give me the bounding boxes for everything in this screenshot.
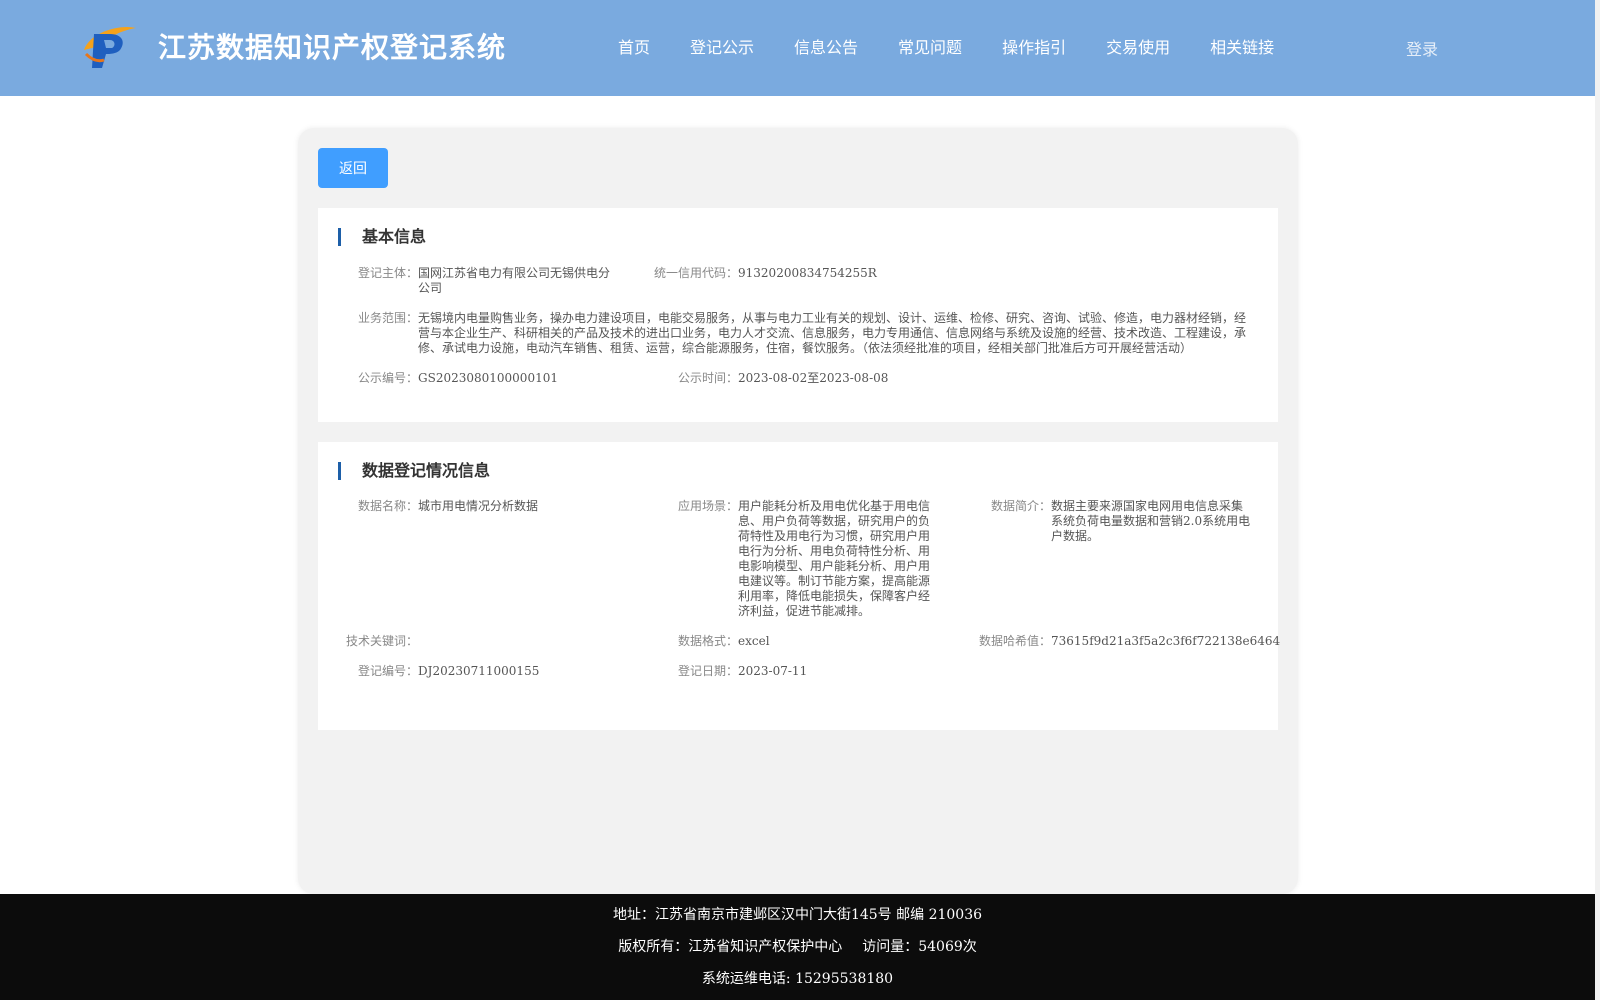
field-credit-code: 统一信用代码： 91320200834754255R: [654, 266, 1054, 281]
field-registration-date: 登记日期： 2023-07-11: [678, 664, 978, 679]
label-publicity-no: 公示编号：: [358, 371, 419, 385]
label-registration-date: 登记日期：: [678, 664, 739, 678]
footer-copyright-line: 版权所有：江苏省知识产权保护中心 访问量：54069次: [0, 936, 1595, 956]
nav-announcements[interactable]: 信息公告: [794, 34, 858, 58]
value-business-scope: 无锡境内电量购售业务，操办电力建设项目，电能交易服务，从事与电力工业有关的规划、…: [418, 311, 1247, 355]
value-credit-code: 91320200834754255R: [738, 266, 877, 280]
value-publicity-no: GS2023080100000101: [418, 371, 558, 385]
footer-phone: 系统运维电话: 15295538180: [701, 971, 894, 987]
label-registration-no: 登记编号：: [358, 664, 419, 678]
nav-home[interactable]: 首页: [618, 34, 650, 58]
field-publicity-no: 公示编号： GS2023080100000101: [358, 371, 658, 386]
field-subject: 登记主体： 国网江苏省电力有限公司无锡供电分公司: [358, 266, 618, 296]
nav-registration-publicity[interactable]: 登记公示: [690, 34, 754, 58]
footer-address: 地址：江苏省南京市建邺区汉中门大街145号 邮编 210036: [612, 907, 983, 923]
data-registration-card: 数据登记情况信息 数据名称： 城市用电情况分析数据 应用场景： 用户能耗分析及用…: [318, 442, 1280, 730]
page-scrollbar[interactable]: [1595, 0, 1600, 1000]
field-data-intro: 数据简介： 数据主要来源国家电网用电信息采集系统负荷电量数据和营销2.0系统用电…: [991, 499, 1251, 544]
basic-info-card: 基本信息 登记主体： 国网江苏省电力有限公司无锡供电分公司 统一信用代码： 91…: [318, 208, 1278, 422]
field-tech-keyword: 技术关键词：: [346, 634, 646, 649]
detail-container: 返回 基本信息 登记主体： 国网江苏省电力有限公司无锡供电分公司 统一信用代码：…: [298, 128, 1298, 894]
site-footer: 地址：江苏省南京市建邺区汉中门大街145号 邮编 210036 版权所有：江苏省…: [0, 894, 1595, 1000]
label-credit-code: 统一信用代码：: [654, 266, 739, 280]
label-data-intro: 数据简介：: [991, 499, 1052, 513]
site-logo-icon[interactable]: [80, 20, 140, 70]
label-application-scene: 应用场景：: [678, 499, 739, 513]
footer-copyright: 版权所有：江苏省知识产权保护中心: [618, 939, 843, 955]
value-data-name: 城市用电情况分析数据: [418, 499, 539, 513]
value-application-scene: 用户能耗分析及用电优化基于用电信息、用户负荷等数据，研究用户的负荷特性及用电行为…: [738, 499, 931, 618]
label-publicity-time: 公示时间：: [678, 371, 739, 385]
value-registration-no: DJ20230711000155: [418, 664, 540, 678]
label-business-scope: 业务范围：: [358, 311, 419, 325]
value-data-intro: 数据主要来源国家电网用电信息采集系统负荷电量数据和营销2.0系统用电户数据。: [1051, 499, 1251, 543]
login-link[interactable]: 登录: [1406, 36, 1438, 60]
section-title-data: 数据登记情况信息: [338, 462, 490, 480]
site-title: 江苏数据知识产权登记系统: [158, 31, 507, 64]
section-title-basic: 基本信息: [338, 228, 426, 246]
value-subject: 国网江苏省电力有限公司无锡供电分公司: [418, 266, 611, 295]
nav-guide[interactable]: 操作指引: [1002, 34, 1066, 58]
main-nav: 首页 登记公示 信息公告 常见问题 操作指引 交易使用 相关链接: [618, 34, 1314, 58]
label-data-hash: 数据哈希值：: [979, 634, 1052, 648]
field-data-format: 数据格式： excel: [678, 634, 978, 649]
nav-trading[interactable]: 交易使用: [1106, 34, 1170, 58]
value-data-format: excel: [738, 634, 770, 648]
value-publicity-time: 2023-08-02至2023-08-08: [738, 371, 889, 385]
value-registration-date: 2023-07-11: [738, 664, 808, 678]
label-data-name: 数据名称：: [358, 499, 419, 513]
field-business-scope: 业务范围： 无锡境内电量购售业务，操办电力建设项目，电能交易服务，从事与电力工业…: [358, 311, 1258, 356]
label-data-format: 数据格式：: [678, 634, 739, 648]
field-data-name: 数据名称： 城市用电情况分析数据: [358, 499, 618, 514]
field-application-scene: 应用场景： 用户能耗分析及用电优化基于用电信息、用户负荷等数据，研究用户的负荷特…: [678, 499, 934, 619]
label-tech-keyword: 技术关键词：: [346, 634, 419, 648]
nav-links[interactable]: 相关链接: [1210, 34, 1274, 58]
field-data-hash: 数据哈希值： 73615f9d21a3f5a2c3f6f722138e6464: [979, 634, 1280, 649]
field-publicity-time: 公示时间： 2023-08-02至2023-08-08: [678, 371, 1078, 386]
nav-faq[interactable]: 常见问题: [898, 34, 962, 58]
site-header: 江苏数据知识产权登记系统 首页 登记公示 信息公告 常见问题 操作指引 交易使用…: [0, 0, 1595, 96]
label-subject: 登记主体：: [358, 266, 419, 280]
value-data-hash: 73615f9d21a3f5a2c3f6f722138e6464: [1051, 634, 1281, 648]
back-button[interactable]: 返回: [318, 148, 388, 188]
footer-visits: 访问量：54069次: [862, 939, 977, 955]
field-registration-no: 登记编号： DJ20230711000155: [358, 664, 658, 679]
